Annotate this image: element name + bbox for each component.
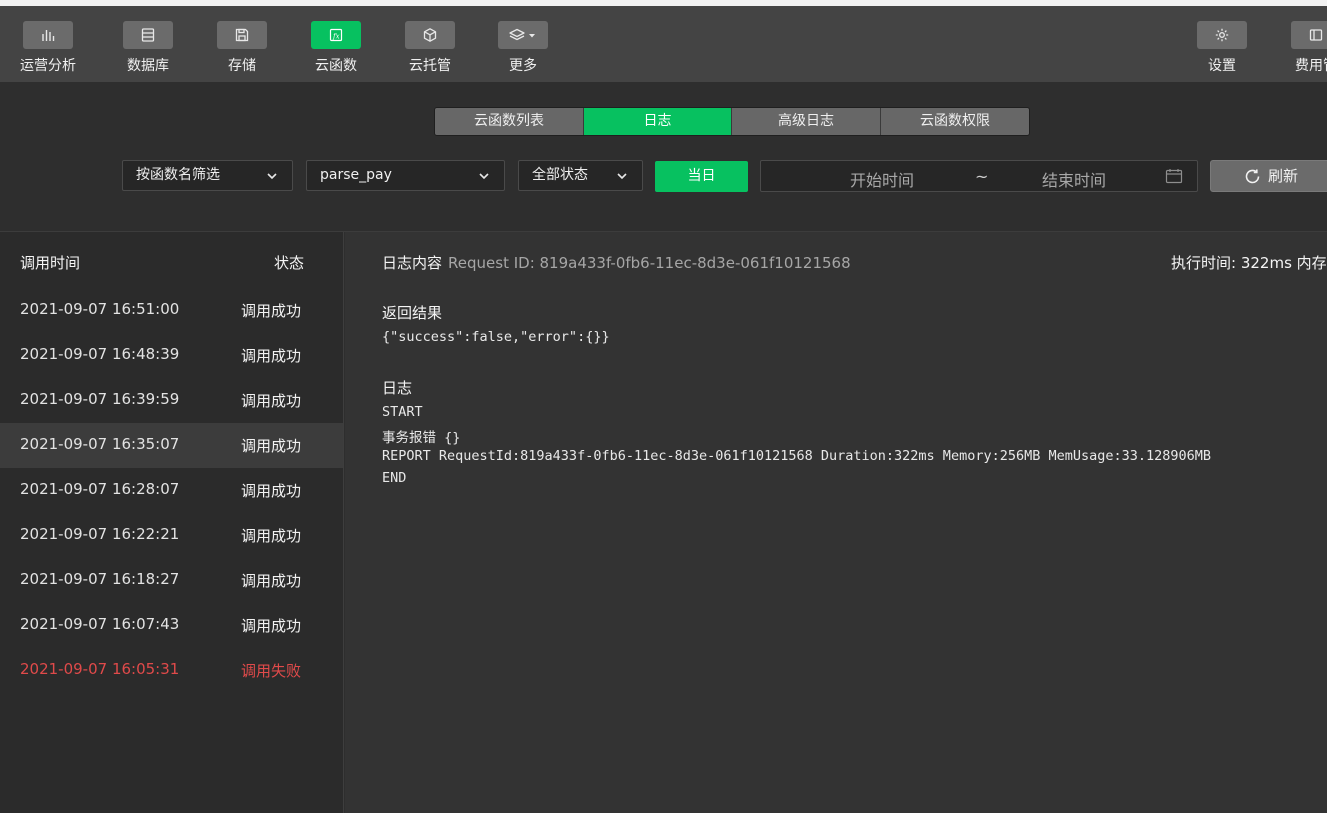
call-status: 调用成功: [241, 437, 302, 455]
toolbar-billing[interactable]: 费用管: [1276, 21, 1327, 77]
call-time: 2021-09-07 16:05:31: [20, 660, 180, 678]
toolbar-label: 数据库: [127, 58, 169, 74]
toolbar-label: 运营分析: [20, 58, 76, 74]
result-title: 返回结果: [382, 304, 443, 322]
toolbar-label: 设置: [1208, 58, 1236, 74]
function-name-value: parse_pay: [320, 167, 392, 183]
list-item[interactable]: 2021-09-07 16:28:07 调用成功: [0, 468, 343, 513]
toolbar-label: 费用管: [1295, 58, 1327, 74]
log-line: START: [382, 404, 423, 420]
chevron-down-icon: [617, 173, 627, 180]
function-name-select[interactable]: parse_pay: [306, 160, 505, 191]
list-item-selected[interactable]: 2021-09-07 16:35:07 调用成功: [0, 423, 343, 468]
svg-text:fx: fx: [332, 33, 340, 41]
call-time: 2021-09-07 16:22:21: [20, 525, 180, 543]
toolbar-label: 云托管: [409, 58, 451, 74]
call-time: 2021-09-07 16:18:27: [20, 570, 180, 588]
toolbar-cloud-function[interactable]: fx 云函数: [296, 21, 376, 77]
call-time: 2021-09-07 16:07:43: [20, 615, 180, 633]
log-line: REPORT RequestId:819a433f-0fb6-11ec-8d3e…: [382, 448, 1212, 464]
function-tabs: 云函数列表 日志 高级日志 云函数权限: [434, 107, 1030, 136]
call-time: 2021-09-07 16:51:00: [20, 300, 180, 318]
list-item[interactable]: 2021-09-07 16:39:59 调用成功: [0, 378, 343, 423]
layers-icon: [498, 21, 548, 49]
call-time: 2021-09-07 16:39:59: [20, 390, 180, 408]
status-value: 全部状态: [532, 167, 588, 183]
header-call-time: 调用时间: [20, 254, 81, 272]
log-content-label: 日志内容: [382, 254, 443, 272]
call-status: 调用成功: [241, 302, 302, 320]
call-time: 2021-09-07 16:35:07: [20, 435, 180, 453]
execution-time: 执行时间: 322ms 内存: [1171, 254, 1327, 272]
list-item[interactable]: 2021-09-07 16:51:00 调用成功: [0, 288, 343, 333]
list-item[interactable]: 2021-09-07 16:48:39 调用成功: [0, 333, 343, 378]
list-item[interactable]: 2021-09-07 16:07:43 调用成功: [0, 603, 343, 648]
calendar-icon: [1165, 169, 1183, 184]
toolbar-analytics[interactable]: 运营分析: [8, 21, 88, 77]
call-time: 2021-09-07 16:48:39: [20, 345, 180, 363]
bar-chart-icon: [23, 21, 73, 49]
log-content-title: 日志内容 Request ID: 819a433f-0fb6-11ec-8d3e-…: [382, 252, 851, 273]
filter-bar: 按函数名筛选 parse_pay 全部状态 当日 开始时间 ~ 结束时间 刷新: [0, 160, 1327, 194]
header-status: 状态: [274, 254, 305, 272]
toolbar-label: 云函数: [315, 58, 357, 74]
status-select[interactable]: 全部状态: [518, 160, 643, 191]
invocation-list: 调用时间 状态 2021-09-07 16:51:00 调用成功 2021-09…: [0, 232, 344, 813]
toolbar-more[interactable]: 更多: [483, 21, 563, 77]
log-title: 日志: [382, 379, 413, 397]
save-icon: [217, 21, 267, 49]
toolbar-label: 存储: [228, 58, 256, 74]
call-status: 调用失败: [241, 662, 302, 680]
list-item[interactable]: 2021-09-07 16:22:21 调用成功: [0, 513, 343, 558]
function-icon: fx: [311, 21, 361, 49]
today-button[interactable]: 当日: [655, 161, 748, 192]
call-status: 调用成功: [241, 392, 302, 410]
call-status: 调用成功: [241, 617, 302, 635]
list-item-failed[interactable]: 2021-09-07 16:05:31 调用失败: [0, 648, 343, 693]
call-status: 调用成功: [241, 527, 302, 545]
chevron-down-icon: [267, 173, 277, 180]
chevron-down-icon: [479, 173, 489, 180]
range-separator: ~: [975, 167, 989, 186]
date-range-picker[interactable]: 开始时间 ~ 结束时间: [760, 160, 1198, 192]
list-item[interactable]: 2021-09-07 16:18:27 调用成功: [0, 558, 343, 603]
request-id: Request ID: 819a433f-0fb6-11ec-8d3e-061f…: [448, 254, 851, 272]
end-time-input[interactable]: 结束时间: [1042, 167, 1106, 191]
tab-advanced-logs[interactable]: 高级日志: [732, 108, 881, 135]
top-toolbar: 运营分析 数据库 存储 fx 云函数 云托管 更多 设置 费用: [0, 6, 1327, 82]
refresh-label: 刷新: [1268, 167, 1299, 185]
toolbar-label: 更多: [509, 58, 537, 74]
call-status: 调用成功: [241, 347, 302, 365]
main-area: 云函数列表 日志 高级日志 云函数权限 按函数名筛选 parse_pay 全部状…: [0, 82, 1327, 813]
refresh-button[interactable]: 刷新: [1210, 160, 1327, 192]
refresh-icon: [1245, 169, 1260, 184]
filter-mode-select[interactable]: 按函数名筛选: [122, 160, 293, 191]
log-line: 事务报错 {}: [382, 430, 461, 446]
cube-icon: [405, 21, 455, 49]
billing-icon: [1291, 21, 1327, 49]
list-header: 调用时间 状态: [0, 232, 344, 290]
result-body: {"success":false,"error":{}}: [382, 329, 610, 345]
start-time-input[interactable]: 开始时间: [850, 167, 914, 191]
log-detail-panel: 日志内容 Request ID: 819a433f-0fb6-11ec-8d3e-…: [345, 232, 1327, 813]
call-status: 调用成功: [241, 482, 302, 500]
call-status: 调用成功: [241, 572, 302, 590]
tab-function-list[interactable]: 云函数列表: [435, 108, 584, 135]
toolbar-database[interactable]: 数据库: [108, 21, 188, 77]
chevron-down-icon: [529, 34, 535, 38]
toolbar-settings[interactable]: 设置: [1182, 21, 1262, 77]
tab-logs[interactable]: 日志: [584, 108, 732, 135]
log-line: END: [382, 470, 407, 486]
toolbar-cloud-hosting[interactable]: 云托管: [390, 21, 470, 77]
tab-function-permissions[interactable]: 云函数权限: [881, 108, 1029, 135]
call-time: 2021-09-07 16:28:07: [20, 480, 180, 498]
database-icon: [123, 21, 173, 49]
toolbar-storage[interactable]: 存储: [202, 21, 282, 77]
filter-mode-value: 按函数名筛选: [136, 167, 220, 183]
gear-icon: [1197, 21, 1247, 49]
